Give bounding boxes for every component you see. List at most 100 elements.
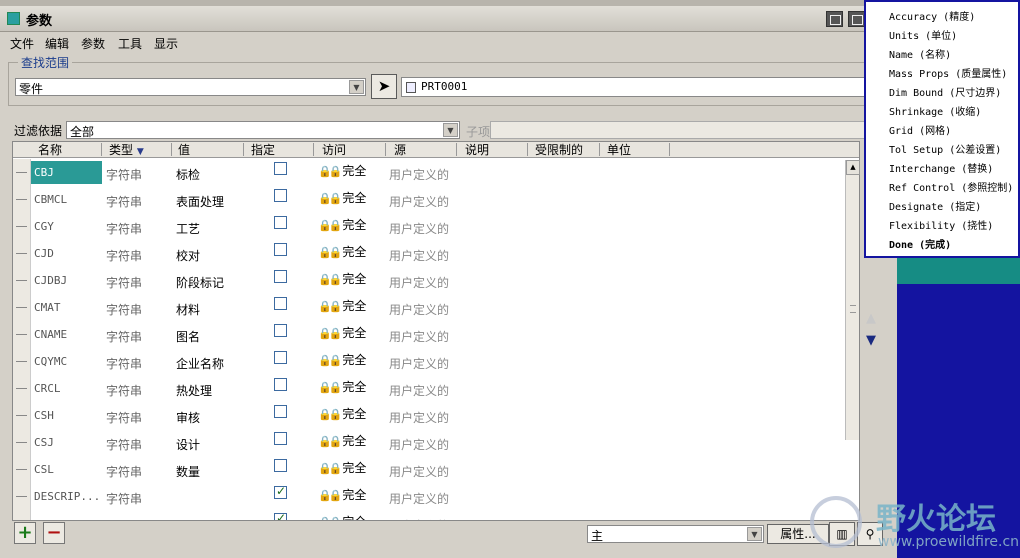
table-row[interactable]: CQYMC 字符串 企业名称 🔒🔒 完全 用户定义的 <box>13 348 845 375</box>
row-handle[interactable] <box>13 510 31 520</box>
menu-edit[interactable]: 编辑 <box>45 35 69 52</box>
table-row[interactable]: CGY 字符串 工艺 🔒🔒 完全 用户定义的 <box>13 213 845 240</box>
scroll-up-icon[interactable]: ▲ <box>846 160 860 175</box>
chevron-down-icon[interactable]: ▼ <box>349 80 364 94</box>
select-pointer-button[interactable]: ➤ <box>371 74 397 99</box>
cell-value[interactable]: 标检 <box>176 166 200 183</box>
col-source[interactable]: 源 <box>394 143 406 157</box>
row-handle[interactable] <box>13 267 31 294</box>
row-handle[interactable] <box>13 483 31 510</box>
menu-parameters[interactable]: 参数 <box>81 35 105 52</box>
cell-type[interactable]: 字符串 <box>106 166 142 183</box>
row-handle[interactable] <box>13 186 31 213</box>
cell-name[interactable]: CJD <box>34 247 101 260</box>
menu-panel-item[interactable]: Mass Props (质量属性) <box>889 65 1007 80</box>
cell-value[interactable]: 表面处理 <box>176 193 224 210</box>
table-row[interactable]: CBJ 字符串 标检 🔒🔒 完全 用户定义的 <box>13 159 845 186</box>
part-field[interactable]: PRT0001 <box>401 77 865 97</box>
cell-type[interactable]: 字符串 <box>106 328 142 345</box>
row-handle[interactable] <box>13 375 31 402</box>
cell-name[interactable]: CJDBJ <box>34 274 101 287</box>
cell-name[interactable]: CBMCL <box>34 193 101 206</box>
cell-access[interactable]: 🔒🔒完全 <box>318 378 366 395</box>
row-handle[interactable] <box>13 159 31 186</box>
cell-type[interactable]: 字符串 <box>106 382 142 399</box>
row-handle[interactable] <box>13 294 31 321</box>
designate-checkbox[interactable] <box>274 324 287 337</box>
delete-parameter-button[interactable]: − <box>43 522 65 544</box>
cell-name[interactable]: CBJ <box>34 166 101 179</box>
menu-panel-item[interactable]: Done (完成) <box>889 236 951 251</box>
cell-value[interactable]: 工艺 <box>176 220 200 237</box>
menu-panel-item[interactable]: Name (名称) <box>889 46 951 61</box>
cell-name[interactable]: CMAT <box>34 301 101 314</box>
cell-type[interactable]: 字符串 <box>106 355 142 372</box>
designate-checkbox[interactable] <box>274 511 287 520</box>
maximize-button[interactable] <box>848 11 865 27</box>
cell-name[interactable]: CSH <box>34 409 101 422</box>
cell-value[interactable]: 材料 <box>176 301 200 318</box>
col-type[interactable]: 类型 ▼ <box>109 143 144 157</box>
row-handle[interactable] <box>13 348 31 375</box>
chevron-down-icon[interactable]: ▼ <box>443 123 458 137</box>
cell-value[interactable]: 阶段标记 <box>176 274 224 291</box>
designate-checkbox[interactable] <box>274 484 287 499</box>
cell-value[interactable]: 图名 <box>176 328 200 345</box>
cell-type[interactable]: 字符串 <box>106 301 142 318</box>
cell-type[interactable]: 字符串 <box>106 463 142 480</box>
cell-name[interactable]: CSJ <box>34 436 101 449</box>
cell-type[interactable]: 字符串 <box>106 436 142 453</box>
cell-access[interactable]: 🔒🔒完全 <box>318 432 366 449</box>
menu-panel-item[interactable]: Interchange (替换) <box>889 160 993 175</box>
cell-access[interactable]: 🔒🔒完全 <box>318 459 366 476</box>
cell-access[interactable]: 🔒🔒完全 <box>318 351 366 368</box>
cell-value[interactable]: 审核 <box>176 409 200 426</box>
cell-type[interactable]: 字符串 <box>106 409 142 426</box>
menu-panel-item[interactable]: Flexibility (挠性) <box>889 217 993 232</box>
table-row[interactable]: 🔒🔒完全用户定义的 <box>13 510 845 520</box>
menu-display[interactable]: 显示 <box>154 35 178 52</box>
row-handle[interactable] <box>13 321 31 348</box>
restore-button[interactable] <box>826 11 843 27</box>
menu-panel-item[interactable]: Accuracy (精度) <box>889 8 975 23</box>
cell-access[interactable]: 🔒🔒完全 <box>318 486 366 503</box>
table-row[interactable]: CSL 字符串 数量 🔒🔒 完全 用户定义的 <box>13 456 845 483</box>
cell-type[interactable]: 字符串 <box>106 247 142 264</box>
col-name[interactable]: 名称 <box>38 143 62 157</box>
table-row[interactable]: CSJ 字符串 设计 🔒🔒 完全 用户定义的 <box>13 429 845 456</box>
col-access[interactable]: 访问 <box>322 143 346 157</box>
row-handle[interactable] <box>13 240 31 267</box>
cell-access[interactable]: 🔒🔒完全 <box>318 297 366 314</box>
scroll-grip[interactable] <box>850 305 856 313</box>
cell-name[interactable]: CSL <box>34 463 101 476</box>
menu-panel-item[interactable]: Dim Bound (尺寸边界) <box>889 84 1001 99</box>
cell-value[interactable]: 校对 <box>176 247 200 264</box>
menu-panel-item[interactable]: Designate (指定) <box>889 198 981 213</box>
cell-value[interactable]: 数量 <box>176 463 200 480</box>
menu-panel-item[interactable]: Grid (网格) <box>889 122 951 137</box>
menu-file[interactable]: 文件 <box>10 35 34 52</box>
designate-checkbox[interactable] <box>274 432 287 445</box>
table-row[interactable]: CBMCL 字符串 表面处理 🔒🔒 完全 用户定义的 <box>13 186 845 213</box>
table-row[interactable]: CSH 字符串 审核 🔒🔒 完全 用户定义的 <box>13 402 845 429</box>
cell-value[interactable]: 热处理 <box>176 382 212 399</box>
col-restricted[interactable]: 受限制的 <box>535 143 583 157</box>
filter-select[interactable]: 全部 ▼ <box>66 121 460 139</box>
cell-access[interactable]: 🔒🔒完全 <box>318 270 366 287</box>
cell-type[interactable]: 字符串 <box>106 490 142 507</box>
cell-access[interactable]: 🔒🔒完全 <box>318 324 366 341</box>
designate-checkbox[interactable] <box>274 243 287 256</box>
cell-access[interactable]: 🔒🔒完全 <box>318 243 366 260</box>
designate-checkbox[interactable] <box>274 351 287 364</box>
move-down-icon[interactable]: ▼ <box>866 333 876 348</box>
move-up-icon[interactable]: ▲ <box>866 311 876 326</box>
menu-panel-item[interactable]: Ref Control (参照控制) <box>889 179 1013 194</box>
cell-name[interactable]: CRCL <box>34 382 101 395</box>
col-designate[interactable]: 指定 <box>251 143 275 157</box>
table-row[interactable]: CJD 字符串 校对 🔒🔒 完全 用户定义的 <box>13 240 845 267</box>
col-description[interactable]: 说明 <box>465 143 489 157</box>
cell-access[interactable]: 🔒🔒完全 <box>318 513 366 520</box>
row-handle[interactable] <box>13 402 31 429</box>
designate-checkbox[interactable] <box>274 189 287 202</box>
menu-panel-item[interactable]: Units (单位) <box>889 27 957 42</box>
